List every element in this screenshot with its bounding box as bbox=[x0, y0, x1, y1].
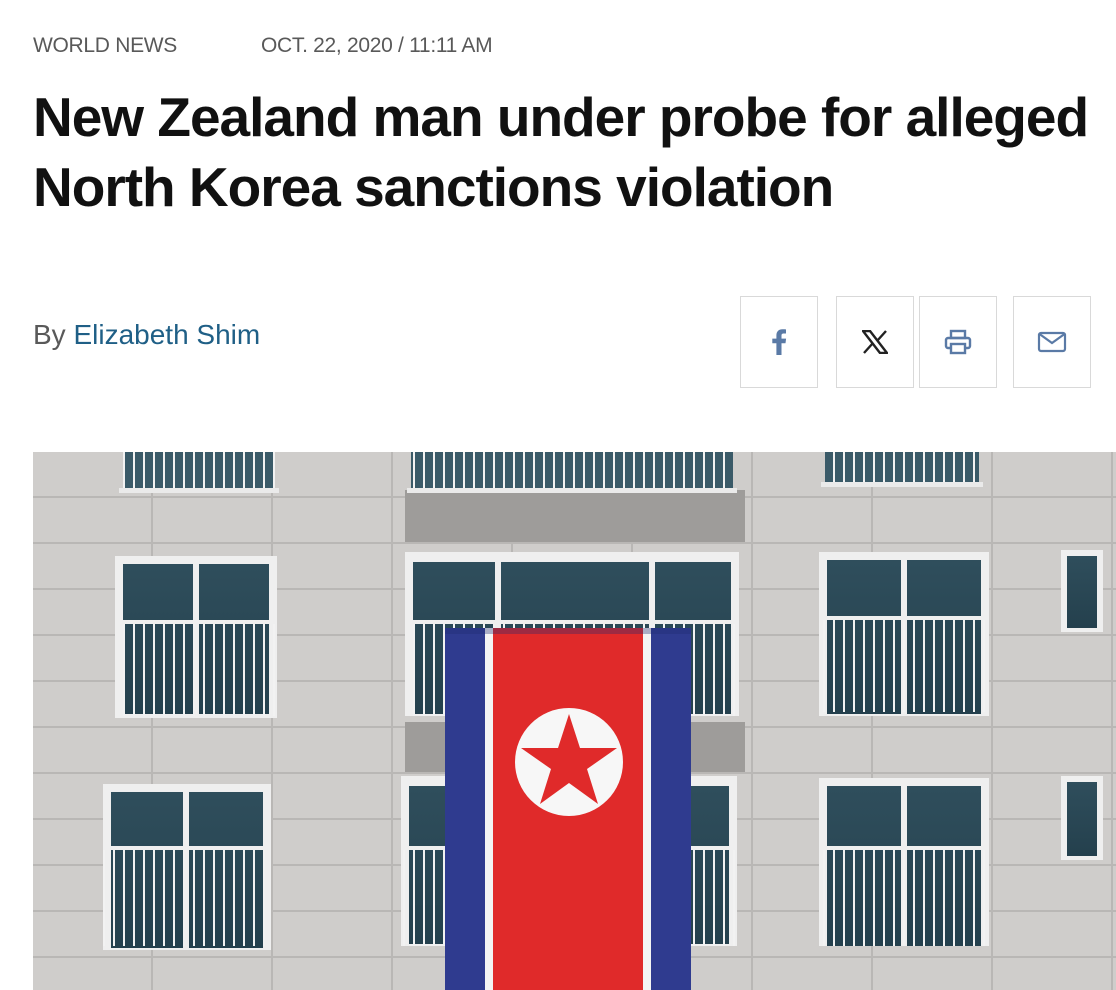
article-meta: WORLD NEWS OCT. 22, 2020 / 11:11 AM bbox=[33, 34, 493, 58]
print-icon bbox=[944, 329, 972, 355]
byline: By Elizabeth Shim bbox=[33, 319, 260, 351]
north-korea-flag bbox=[445, 628, 691, 990]
publish-date: OCT. 22, 2020 / 11:11 AM bbox=[261, 34, 493, 57]
share-x-button[interactable] bbox=[836, 296, 914, 388]
article-photo bbox=[33, 452, 1116, 990]
email-button[interactable] bbox=[1013, 296, 1091, 388]
headline: New Zealand man under probe for alleged … bbox=[33, 86, 1089, 218]
author-link[interactable]: Elizabeth Shim bbox=[73, 319, 260, 350]
byline-prefix: By bbox=[33, 319, 66, 350]
category-link[interactable]: WORLD NEWS bbox=[33, 34, 177, 57]
x-icon bbox=[862, 330, 888, 354]
facebook-icon bbox=[771, 329, 787, 355]
share-facebook-button[interactable] bbox=[740, 296, 818, 388]
mail-icon bbox=[1037, 331, 1067, 353]
print-button[interactable] bbox=[919, 296, 997, 388]
